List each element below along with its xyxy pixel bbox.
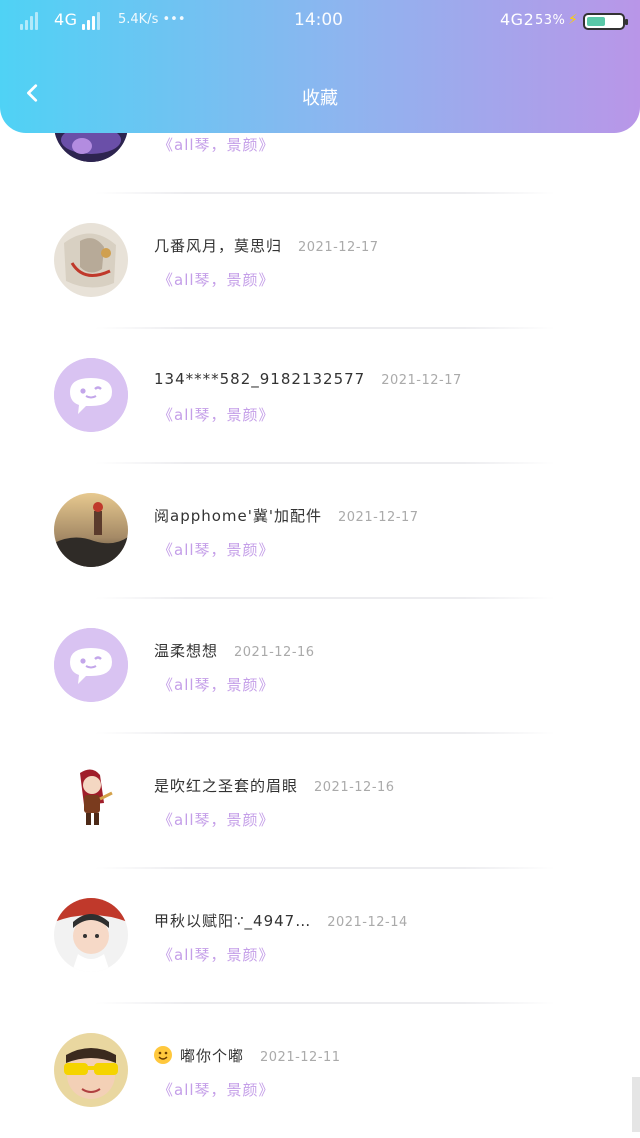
list-item[interactable]: 几番风月，莫思归 2021-12-17 《all琴，景颜》	[0, 193, 640, 329]
list-item[interactable]: 温柔想想 2021-12-16 《all琴，景颜》	[0, 598, 640, 734]
list-item[interactable]: 是吹红之圣套的眉眼 2021-12-16 《all琴，景颜》	[0, 733, 640, 869]
item-date: 2021-12-17	[298, 240, 379, 255]
smile-emoji-icon	[154, 1046, 172, 1064]
list-item[interactable]: 134****582_9182132577 2021-12-17 《all琴，景颜…	[0, 328, 640, 464]
avatar[interactable]	[54, 1033, 128, 1107]
list-item[interactable]: 阅apphome'冀'加配件 2021-12-17 《all琴，景颜》	[0, 463, 640, 599]
item-username: 几番风月，莫思归	[154, 237, 283, 255]
signal-icon	[82, 12, 100, 30]
network-type: 4G	[54, 10, 78, 29]
default-chat-icon[interactable]	[54, 628, 128, 702]
item-name: 134****582_9182132577 2021-12-17	[154, 370, 462, 388]
item-username: 嘟你个嘟	[180, 1047, 245, 1065]
item-username: 是吹红之圣套的眉眼	[154, 777, 299, 795]
avatar[interactable]	[54, 223, 128, 297]
clock: 14:00	[294, 10, 343, 30]
item-date: 2021-12-17	[381, 373, 462, 388]
item-subtitle: 《all琴，景颜》	[158, 541, 275, 559]
item-name: 温柔想想 2021-12-16	[154, 640, 315, 661]
avatar[interactable]	[54, 898, 128, 972]
item-subtitle: 《all琴，景颜》	[158, 136, 275, 154]
status-bar: 4G 5.4K/s ••• 14:00 4G2 53% ⚡	[0, 10, 640, 34]
item-name: 甲秋以赋阳∵_4947… 2021-12-14	[154, 910, 408, 931]
signal-icon	[20, 12, 38, 30]
item-name: 嘟你个嘟 2021-12-11	[154, 1045, 341, 1066]
item-username: 甲秋以赋阳∵_4947…	[154, 912, 312, 930]
charging-icon: ⚡	[568, 12, 578, 28]
item-subtitle: 《all琴，景颜》	[158, 676, 275, 694]
item-username: 阅apphome'冀'加配件	[154, 507, 323, 525]
battery-percent: 53%	[535, 13, 566, 28]
item-name: 几番风月，莫思归 2021-12-17	[154, 235, 379, 256]
item-subtitle: 《all琴，景颜》	[158, 811, 275, 829]
item-date: 2021-12-11	[260, 1050, 341, 1065]
list-item[interactable]: 嘟你个嘟 2021-12-11 《all琴，景颜》	[0, 1003, 640, 1138]
item-username: 温柔想想	[154, 642, 219, 660]
network-speed: 5.4K/s •••	[118, 12, 186, 27]
item-subtitle: 《all琴，景颜》	[158, 406, 275, 424]
item-subtitle: 《all琴，景颜》	[158, 271, 275, 289]
scrollbar[interactable]	[632, 1077, 640, 1132]
item-date: 2021-12-16	[234, 645, 315, 660]
item-name: 阅apphome'冀'加配件 2021-12-17	[154, 505, 419, 526]
app-header: 4G 5.4K/s ••• 14:00 4G2 53% ⚡ 收藏	[0, 0, 640, 133]
item-date: 2021-12-17	[338, 510, 419, 525]
default-chat-icon[interactable]	[54, 358, 128, 432]
avatar[interactable]	[54, 493, 128, 567]
page-title: 收藏	[302, 88, 338, 109]
network-type-right: 4G2	[500, 10, 535, 29]
item-date: 2021-12-14	[327, 915, 408, 930]
list-item[interactable]: 甲秋以赋阳∵_4947… 2021-12-14 《all琴，景颜》	[0, 868, 640, 1004]
item-subtitle: 《all琴，景颜》	[158, 1081, 275, 1099]
item-name: 是吹红之圣套的眉眼 2021-12-16	[154, 775, 395, 796]
avatar[interactable]	[54, 763, 128, 837]
item-date: 2021-12-16	[314, 780, 395, 795]
item-username: 134****582_9182132577	[154, 370, 366, 388]
item-subtitle: 《all琴，景颜》	[158, 946, 275, 964]
battery-icon	[583, 13, 628, 30]
